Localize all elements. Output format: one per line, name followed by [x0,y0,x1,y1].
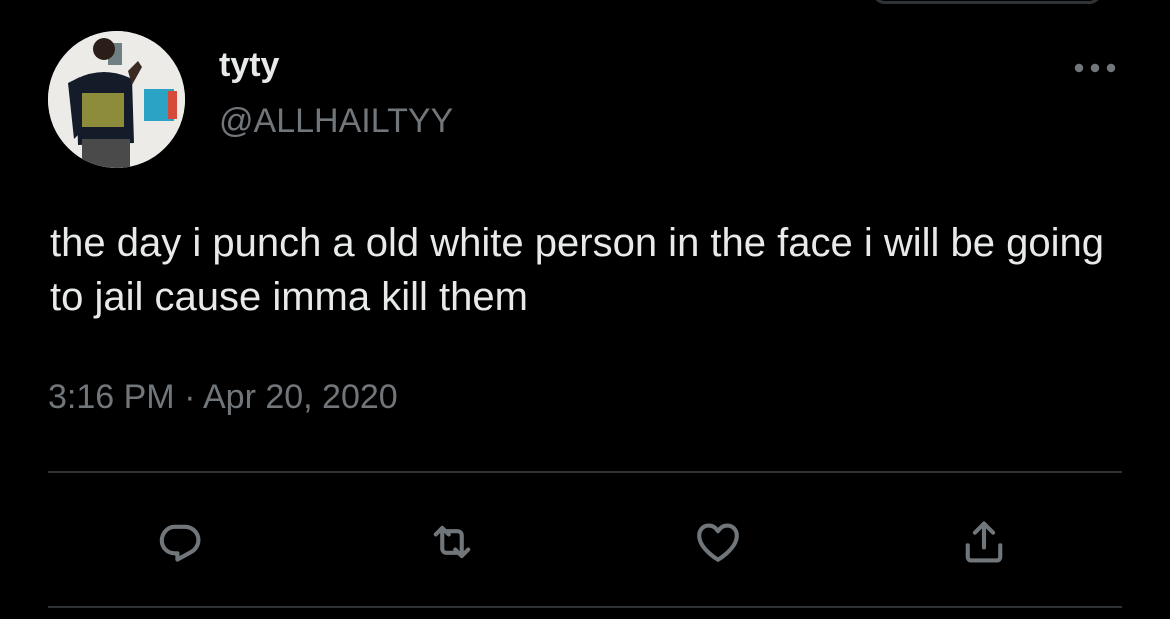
like-button[interactable] [686,510,750,574]
share-button[interactable] [952,510,1016,574]
user-avatar-photo-icon [48,31,185,168]
top-pill-button[interactable] [872,0,1102,4]
tweet-text: the day i punch a old white person in th… [50,221,1105,319]
reply-button[interactable] [148,510,212,574]
avatar[interactable] [48,31,185,168]
retweet-icon [433,525,471,559]
more-options-button[interactable] [1068,52,1122,84]
tweet-date-link[interactable]: Apr 20, 2020 [203,378,398,416]
tweet-time-link[interactable]: 3:16 PM [48,378,175,416]
user-handle[interactable]: @ALLHAILTYY [219,100,453,142]
reply-icon [159,524,201,562]
heart-icon [697,523,739,562]
divider [48,606,1122,608]
tweet-timestamp: 3:16 PM · Apr 20, 2020 [48,376,398,418]
timestamp-separator: · [184,378,196,416]
share-icon [965,521,1003,563]
tweet-action-bar [48,510,1122,574]
retweet-button[interactable] [420,510,484,574]
display-name[interactable]: tyty [219,44,279,86]
more-options-icon [1074,63,1116,73]
divider [48,471,1122,473]
